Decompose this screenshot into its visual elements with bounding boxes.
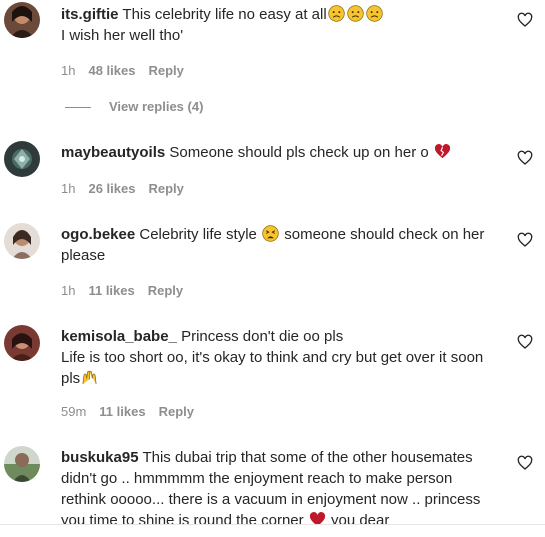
comment-username[interactable]: ogo.bekee (61, 226, 135, 243)
likes-count[interactable]: 26 likes (88, 181, 135, 196)
comments-list: its.giftie This celebrity life no easy a… (0, 0, 545, 524)
raised-hands-emoji (82, 370, 97, 385)
like-heart-icon[interactable] (517, 455, 533, 471)
like-heart-icon[interactable] (517, 12, 533, 28)
comment-time[interactable]: 1h (61, 63, 75, 78)
tired-face-emoji (262, 225, 279, 242)
comment-username[interactable]: maybeautyoils (61, 144, 165, 161)
comment-text: Celebrity life style (139, 226, 257, 243)
view-replies-label: View replies (4) (109, 99, 204, 114)
comment-item: maybeautyoils Someone should pls check u… (0, 138, 545, 208)
comment-item: kemisola_babe_ Princess don't die oo pls… (0, 322, 545, 432)
comment-text-line2: you dear (330, 512, 390, 524)
comment-item: its.giftie This celebrity life no easy a… (0, 0, 545, 125)
comment-time[interactable]: 1h (61, 181, 75, 196)
likes-count[interactable]: 48 likes (88, 63, 135, 78)
sad-face-emoji (327, 5, 345, 22)
like-heart-icon[interactable] (517, 232, 533, 248)
sad-face-emoji (365, 5, 383, 22)
sad-face-emoji (346, 5, 364, 22)
like-heart-icon[interactable] (517, 334, 533, 350)
comment-username[interactable]: its.giftie (61, 6, 119, 23)
comment-text-line2: I wish her well tho' (61, 27, 184, 44)
avatar[interactable] (4, 2, 40, 38)
comment-time[interactable]: 59m (61, 404, 86, 419)
avatar[interactable] (4, 141, 40, 177)
comment-text: This celebrity life no easy at all (122, 6, 327, 23)
reply-button[interactable]: Reply (159, 404, 194, 419)
comment-text-line2: Life is too short oo, it's okay to think… (61, 349, 484, 387)
comment-item: buskuka95 This dubai trip that some of t… (0, 443, 545, 524)
bottom-edge (0, 524, 545, 537)
reply-button[interactable]: Reply (148, 283, 183, 298)
avatar[interactable] (4, 446, 40, 482)
comment-username[interactable]: buskuka95 (61, 449, 139, 466)
comment-item: ogo.bekee Celebrity life style someone s… (0, 220, 545, 310)
reply-button[interactable]: Reply (148, 63, 183, 78)
red-heart-emoji (309, 512, 325, 524)
comment-text: Someone should pls check up on her o (169, 144, 429, 161)
reply-button[interactable]: Reply (148, 181, 183, 196)
likes-count[interactable]: 11 likes (99, 404, 145, 419)
avatar[interactable] (4, 223, 40, 259)
broken-heart-emoji (434, 144, 451, 159)
likes-count[interactable]: 11 likes (88, 283, 134, 298)
avatar[interactable] (4, 325, 40, 361)
like-heart-icon[interactable] (517, 150, 533, 166)
comment-time[interactable]: 1h (61, 283, 75, 298)
comment-username[interactable]: kemisola_babe_ (61, 328, 177, 345)
view-replies-button[interactable]: View replies (4) (65, 99, 203, 114)
comment-text: Princess don't die oo pls (181, 328, 344, 345)
view-replies-divider (65, 107, 91, 109)
